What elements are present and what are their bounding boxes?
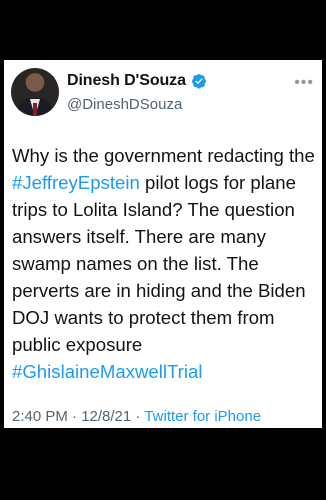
avatar-tie xyxy=(33,103,37,116)
tweet-text-part-1: Why is the government redacting the xyxy=(12,145,315,166)
tweet-card: Dinesh D'Souza @DineshDSouza ••• Why is … xyxy=(4,60,322,428)
avatar[interactable] xyxy=(11,68,59,116)
author-name-row: Dinesh D'Souza xyxy=(67,72,207,90)
tweet-timestamp[interactable]: 2:40 PM · 12/8/21 xyxy=(12,408,131,425)
tweet-source-link[interactable]: Twitter for iPhone xyxy=(144,408,261,425)
verified-badge-icon xyxy=(191,74,206,89)
more-horizontal-icon[interactable]: ••• xyxy=(294,74,314,92)
author-display-name[interactable]: Dinesh D'Souza xyxy=(67,72,186,90)
tweet-text-part-2: pilot logs for plane trips to Lolita Isl… xyxy=(12,172,306,355)
tweet-metadata: 2:40 PM · 12/8/21 · Twitter for iPhone xyxy=(12,408,261,425)
meta-separator: · xyxy=(131,408,145,425)
tweet-text: Why is the government redacting the #Jef… xyxy=(12,142,320,385)
author-handle[interactable]: @DineshDSouza xyxy=(67,96,182,113)
hashtag-link-jeffreyepstein[interactable]: #JeffreyEpstein xyxy=(12,172,140,193)
hashtag-link-ghislainemaxwelltrial[interactable]: #GhislaineMaxwellTrial xyxy=(12,361,202,382)
